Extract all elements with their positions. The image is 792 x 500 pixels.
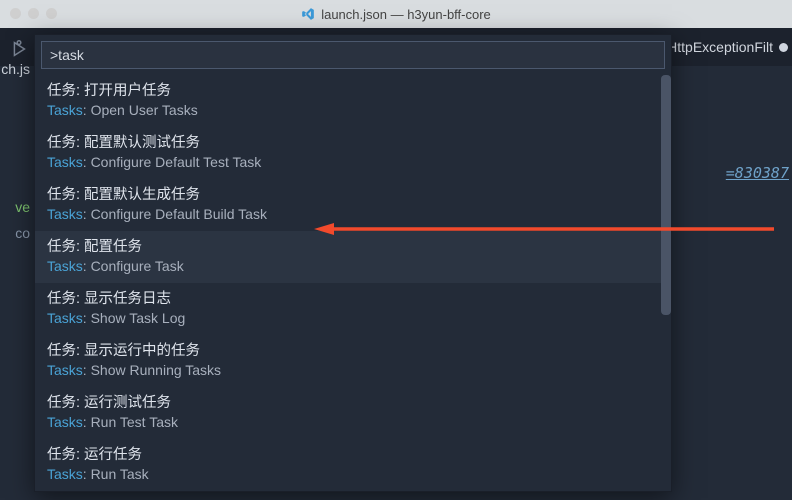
- command-item-secondary: Tasks: Show Task Log: [47, 309, 659, 328]
- command-item-secondary: Tasks: Run Test Task: [47, 413, 659, 432]
- minimize-window-icon[interactable]: [28, 8, 39, 19]
- command-item-primary: 任务: 显示任务日志: [47, 289, 659, 309]
- tab-right[interactable]: HttpExceptionFilt: [657, 28, 792, 66]
- command-item-secondary: Tasks: Open User Tasks: [47, 101, 659, 120]
- vscode-icon: [301, 7, 315, 21]
- command-item-primary: 任务: 运行任务: [47, 445, 659, 465]
- window-controls[interactable]: [10, 8, 57, 19]
- command-item-secondary: Tasks: Show Running Tasks: [47, 361, 659, 380]
- code-fragment-ve: ve: [0, 194, 30, 220]
- window-title-text: launch.json — h3yun-bff-core: [321, 7, 491, 22]
- command-item-primary: 任务: 显示运行中的任务: [47, 341, 659, 361]
- command-palette-item[interactable]: 任务: 打开用户任务Tasks: Open User Tasks: [35, 75, 671, 127]
- command-palette-item[interactable]: 任务: 配置任务Tasks: Configure Task: [35, 231, 671, 283]
- tab-fragment: ch.js: [0, 56, 30, 82]
- code-fragment-co: co: [0, 220, 30, 246]
- command-palette-item[interactable]: 任务: 运行任务Tasks: Run Task: [35, 439, 671, 491]
- command-palette-item[interactable]: 任务: 显示任务日志Tasks: Show Task Log: [35, 283, 671, 335]
- command-palette-item[interactable]: 任务: 配置默认测试任务Tasks: Configure Default Tes…: [35, 127, 671, 179]
- command-palette: 任务: 打开用户任务Tasks: Open User Tasks任务: 配置默认…: [34, 34, 672, 492]
- command-item-primary: 任务: 配置默认生成任务: [47, 185, 659, 205]
- tab-right-label: HttpExceptionFilt: [667, 39, 773, 55]
- command-item-secondary: Tasks: Configure Default Test Task: [47, 153, 659, 172]
- command-palette-item[interactable]: 任务: 配置默认生成任务Tasks: Configure Default Bui…: [35, 179, 671, 231]
- command-item-primary: 任务: 配置任务: [47, 237, 659, 257]
- command-item-primary: 任务: 配置默认测试任务: [47, 133, 659, 153]
- dirty-indicator-icon: [779, 43, 788, 52]
- partial-editor-left: ch.js ve co: [0, 56, 34, 246]
- scrollbar[interactable]: [661, 75, 671, 315]
- command-item-secondary: Tasks: Configure Default Build Task: [47, 205, 659, 224]
- link-fragment[interactable]: =830387: [726, 164, 789, 182]
- command-item-secondary: Tasks: Run Task: [47, 465, 659, 484]
- command-item-primary: 任务: 打开用户任务: [47, 81, 659, 101]
- window-title: launch.json — h3yun-bff-core: [301, 7, 491, 22]
- zoom-window-icon[interactable]: [46, 8, 57, 19]
- close-window-icon[interactable]: [10, 8, 21, 19]
- titlebar: launch.json — h3yun-bff-core: [0, 0, 792, 28]
- command-palette-input[interactable]: [41, 41, 665, 69]
- command-palette-item[interactable]: 任务: 运行测试任务Tasks: Run Test Task: [35, 387, 671, 439]
- command-item-primary: 任务: 运行测试任务: [47, 393, 659, 413]
- command-item-secondary: Tasks: Configure Task: [47, 257, 659, 276]
- command-palette-item[interactable]: 任务: 显示运行中的任务Tasks: Show Running Tasks: [35, 335, 671, 387]
- command-palette-list[interactable]: 任务: 打开用户任务Tasks: Open User Tasks任务: 配置默认…: [35, 75, 671, 491]
